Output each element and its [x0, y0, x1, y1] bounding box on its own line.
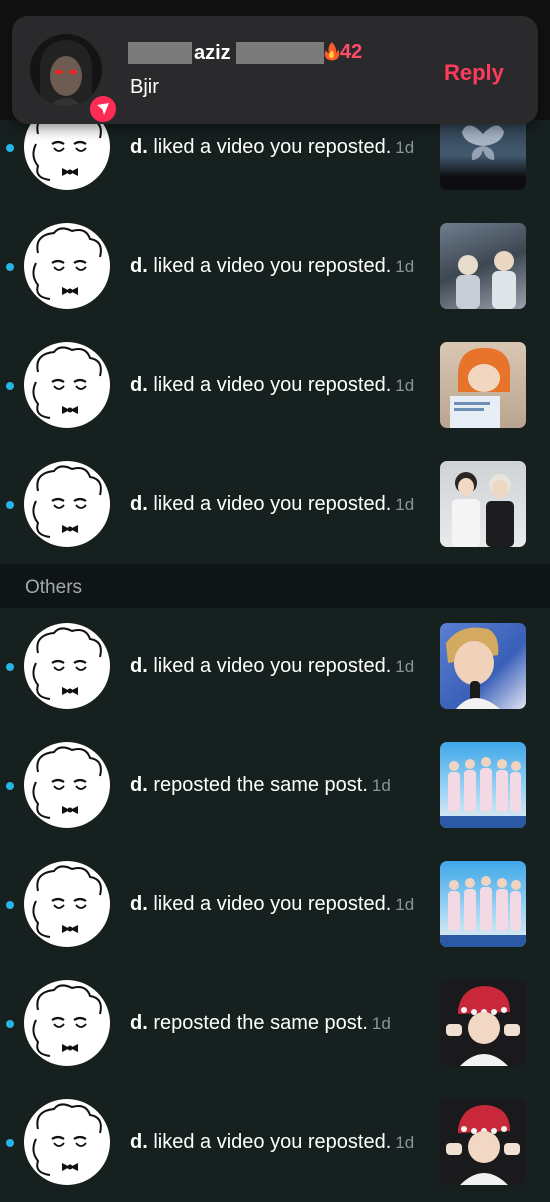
video-thumbnail[interactable] — [440, 223, 526, 309]
section-header: Others — [0, 564, 550, 608]
notification-text: d. liked a video you reposted. 1d — [130, 374, 415, 396]
notification-text: d. reposted the same post. 1d — [130, 774, 391, 796]
unread-dot — [6, 1139, 14, 1147]
list-item[interactable]: d. liked a video you reposted. 1d — [0, 326, 550, 445]
unread-dot — [6, 1020, 14, 1028]
video-thumbnail[interactable] — [440, 342, 526, 428]
unread-dot — [6, 663, 14, 671]
avatar[interactable] — [24, 861, 110, 947]
video-thumbnail[interactable] — [440, 623, 526, 709]
cartoon-face-icon — [32, 865, 102, 938]
notification-text: d. liked a video you reposted. 1d — [130, 493, 415, 515]
singer-icon — [446, 627, 500, 709]
cartoon-face-icon — [32, 465, 102, 538]
cartoon-face-icon — [32, 227, 102, 300]
unread-dot — [6, 263, 14, 271]
group-icon — [440, 876, 526, 947]
message-preview: Bjir — [130, 76, 159, 98]
notification-text: d. liked a video you reposted. 1d — [130, 136, 415, 158]
list-item[interactable]: d. liked a video you reposted. 1d — [0, 845, 550, 964]
list-item[interactable]: d. liked a video you reposted. 1d — [0, 1083, 550, 1202]
orange-hood-icon — [450, 347, 511, 428]
redacted-block — [128, 42, 192, 64]
red-hat-icon — [446, 986, 520, 1066]
cartoon-face-icon — [32, 346, 102, 419]
list-item[interactable]: d. reposted the same post. 1d — [0, 726, 550, 845]
avatar[interactable] — [24, 1099, 110, 1185]
cartoon-face-icon — [32, 984, 102, 1057]
red-hat-icon — [446, 1105, 520, 1185]
video-thumbnail[interactable] — [440, 742, 526, 828]
send-badge-icon — [88, 94, 118, 124]
redacted-block — [236, 42, 324, 64]
unread-dot — [6, 501, 14, 509]
group-icon — [440, 757, 526, 828]
cartoon-face-icon — [32, 746, 102, 819]
people-icon — [452, 472, 514, 547]
notification-text: d. reposted the same post. 1d — [130, 1012, 391, 1034]
video-thumbnail[interactable] — [440, 861, 526, 947]
cartoon-face-icon — [32, 1103, 102, 1176]
people-icon — [456, 251, 516, 309]
notification-text: d. liked a video you reposted. 1d — [130, 1131, 415, 1153]
video-thumbnail[interactable] — [440, 1099, 526, 1185]
reply-button[interactable]: Reply — [444, 60, 504, 86]
message-notification-banner[interactable]: aziz 42 Bjir Reply — [12, 16, 538, 124]
avatar[interactable] — [24, 623, 110, 709]
avatar[interactable] — [24, 461, 110, 547]
unread-dot — [6, 901, 14, 909]
flame-icon — [324, 41, 340, 67]
sender-name: aziz — [194, 42, 231, 64]
list-item[interactable]: d. liked a video you reposted. 1d — [0, 607, 550, 726]
list-item[interactable]: d. liked a video you reposted. 1d — [0, 445, 550, 564]
notification-text: d. liked a video you reposted. 1d — [130, 655, 415, 677]
notification-text: d. liked a video you reposted. 1d — [130, 255, 415, 277]
avatar[interactable] — [24, 342, 110, 428]
list-item[interactable]: d. reposted the same post. 1d — [0, 964, 550, 1083]
video-thumbnail[interactable] — [440, 461, 526, 547]
cartoon-face-icon — [32, 627, 102, 700]
unread-dot — [6, 144, 14, 152]
unread-dot — [6, 382, 14, 390]
list-item[interactable]: d. liked a video you reposted. 1d — [0, 207, 550, 326]
avatar[interactable] — [24, 980, 110, 1066]
video-thumbnail[interactable] — [440, 980, 526, 1066]
streak-count: 42 — [324, 41, 362, 67]
avatar[interactable] — [24, 223, 110, 309]
notification-text: d. liked a video you reposted. 1d — [130, 893, 415, 915]
section-title: Others — [25, 577, 83, 598]
unread-dot — [6, 782, 14, 790]
avatar[interactable] — [24, 742, 110, 828]
